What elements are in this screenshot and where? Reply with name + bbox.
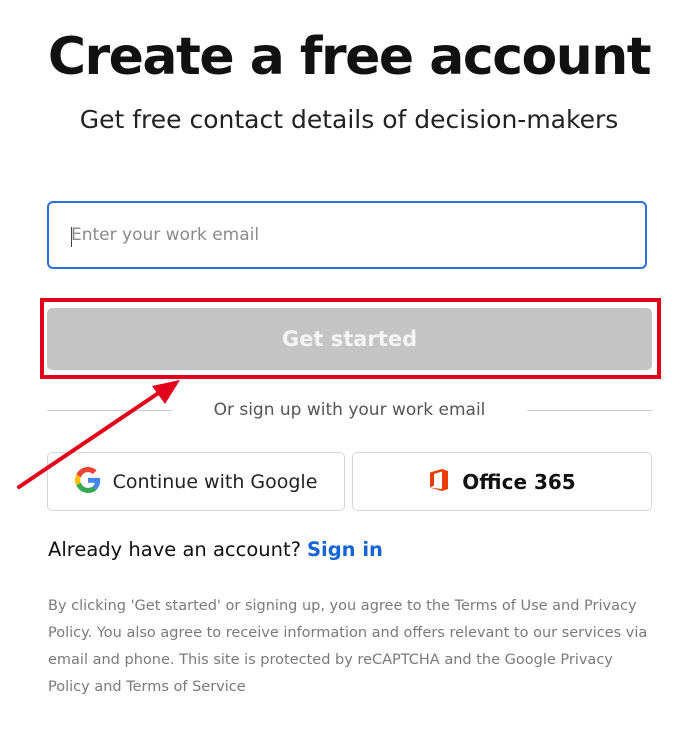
email-field-wrapper[interactable]	[47, 201, 647, 269]
google-icon	[74, 466, 101, 497]
divider-text: Or sign up with your work email	[213, 400, 486, 420]
divider-right	[527, 410, 652, 411]
legal-disclaimer: By clicking 'Get started' or signing up,…	[48, 598, 648, 695]
signin-row: Already have an account? Sign in	[48, 535, 383, 565]
office-365-button[interactable]: Office 365	[352, 452, 652, 511]
continue-with-google-button[interactable]: Continue with Google	[47, 452, 345, 511]
sign-in-link[interactable]: Sign in	[307, 538, 383, 561]
signup-page: Create a free account Get free contact d…	[0, 0, 698, 748]
email-input[interactable]	[49, 203, 645, 267]
page-subtitle: Get free contact details of decision-mak…	[79, 105, 619, 134]
office-button-label: Office 365	[462, 469, 576, 494]
office-365-icon	[428, 468, 450, 496]
google-button-label: Continue with Google	[112, 470, 318, 493]
text-caret	[71, 227, 72, 247]
get-started-button[interactable]: Get started	[47, 308, 652, 370]
signin-prompt: Already have an account?	[48, 538, 301, 561]
page-title: Create a free account	[47, 27, 652, 87]
divider-left	[47, 410, 172, 411]
